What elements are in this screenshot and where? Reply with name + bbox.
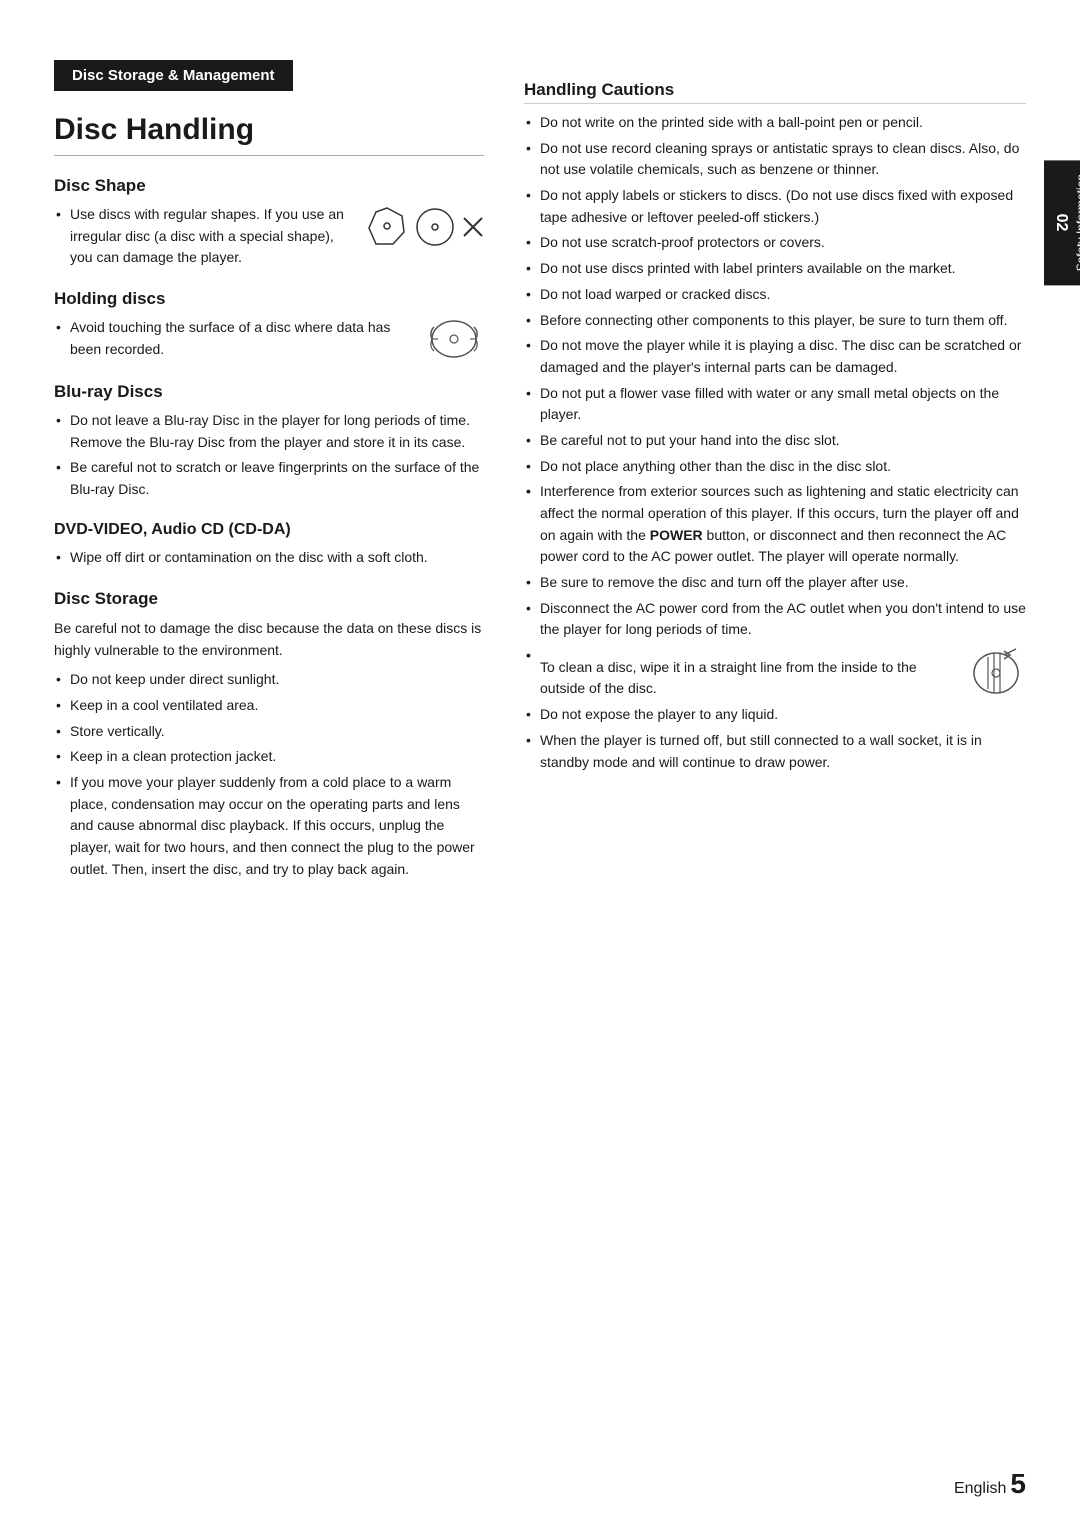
- page-container: 02 Safety Information Disc Storage & Man…: [0, 0, 1080, 1532]
- footer-number: 5: [1010, 1468, 1026, 1500]
- caution-item-4: Do not use scratch-proof protectors or c…: [524, 232, 1026, 254]
- dvd-audio-item-1: Wipe off dirt or contamination on the di…: [54, 547, 484, 569]
- bluray-item-1: Do not leave a Blu-ray Disc in the playe…: [54, 410, 484, 453]
- bluray-item-2: Be careful not to scratch or leave finge…: [54, 457, 484, 500]
- caution-item-9: Do not put a flower vase filled with wat…: [524, 383, 1026, 426]
- holding-disc-icon: [424, 317, 484, 362]
- disc-storage-title: Disc Storage: [54, 589, 484, 609]
- caution-15-text: To clean a disc, wipe it in a straight l…: [540, 657, 958, 700]
- disc-storage-item-1: Do not keep under direct sunlight.: [54, 669, 484, 691]
- handling-cautions-title: Handling Cautions: [524, 80, 1026, 104]
- power-bold: POWER: [650, 527, 703, 543]
- disc-shape-text: Use discs with regular shapes. If you us…: [54, 204, 356, 269]
- main-title: Disc Handling: [54, 113, 484, 156]
- right-column: Handling Cautions Do not write on the pr…: [524, 60, 1026, 884]
- disc-storage-item-4: Keep in a clean protection jacket.: [54, 746, 484, 768]
- caution-item-17: When the player is turned off, but still…: [524, 730, 1026, 773]
- section-header-text: Disc Storage & Management: [72, 67, 275, 84]
- holding-discs-title: Holding discs: [54, 289, 484, 309]
- disc-shape-icons: [366, 206, 484, 248]
- caution-item-3: Do not apply labels or stickers to discs…: [524, 185, 1026, 228]
- disc-storage-item-2: Keep in a cool ventilated area.: [54, 695, 484, 717]
- caution-item-14: Disconnect the AC power cord from the AC…: [524, 598, 1026, 641]
- chapter-number: 02: [1052, 214, 1070, 232]
- caution-item-10: Be careful not to put your hand into the…: [524, 430, 1026, 452]
- left-column: Disc Storage & Management Disc Handling …: [54, 60, 484, 884]
- chapter-sidebar-tab: 02 Safety Information: [1044, 160, 1080, 285]
- disc-storage-item-3: Store vertically.: [54, 721, 484, 743]
- handling-cautions-list: Do not write on the printed side with a …: [524, 112, 1026, 773]
- disc-cleaning-icon: [966, 645, 1026, 700]
- holding-discs-row: Avoid touching the surface of a disc whe…: [54, 317, 484, 362]
- caution-item-16: Do not expose the player to any liquid.: [524, 704, 1026, 726]
- holding-discs-text: Avoid touching the surface of a disc whe…: [54, 317, 414, 360]
- chapter-label: Safety Information: [1074, 174, 1080, 271]
- bluray-list: Do not leave a Blu-ray Disc in the playe…: [54, 410, 484, 501]
- bluray-title: Blu-ray Discs: [54, 382, 484, 402]
- caution-item-11: Do not place anything other than the dis…: [524, 456, 1026, 478]
- content-wrapper: Disc Storage & Management Disc Handling …: [0, 60, 1080, 884]
- disc-storage-item-5: If you move your player suddenly from a …: [54, 772, 484, 880]
- regular-disc-icon: [414, 206, 456, 248]
- disc-shape-title: Disc Shape: [54, 176, 484, 196]
- dvd-audio-title: DVD-VIDEO, Audio CD (CD-DA): [54, 521, 484, 539]
- caution-item-6: Do not load warped or cracked discs.: [524, 284, 1026, 306]
- irregular-disc-icon: [366, 206, 408, 248]
- caution-item-2: Do not use record cleaning sprays or ant…: [524, 138, 1026, 181]
- caution-item-1: Do not write on the printed side with a …: [524, 112, 1026, 134]
- caution-item-7: Before connecting other components to th…: [524, 310, 1026, 332]
- page-footer: English 5: [954, 1468, 1026, 1500]
- disc-storage-intro: Be careful not to damage the disc becaus…: [54, 617, 484, 662]
- disc-shape-row: Use discs with regular shapes. If you us…: [54, 204, 484, 269]
- footer-text: English: [954, 1480, 1006, 1498]
- disc-storage-list: Do not keep under direct sunlight. Keep …: [54, 669, 484, 880]
- caution-item-13: Be sure to remove the disc and turn off …: [524, 572, 1026, 594]
- caution-item-5: Do not use discs printed with label prin…: [524, 258, 1026, 280]
- dvd-audio-list: Wipe off dirt or contamination on the di…: [54, 547, 484, 569]
- caution-item-15: • To clean a disc, wipe it in a straight…: [524, 645, 1026, 700]
- caution-item-8: Do not move the player while it is playi…: [524, 335, 1026, 378]
- caution-item-12: • Interference from exterior sources suc…: [524, 481, 1026, 568]
- section-header-box: Disc Storage & Management: [54, 60, 293, 91]
- x-mark-icon: [462, 216, 484, 238]
